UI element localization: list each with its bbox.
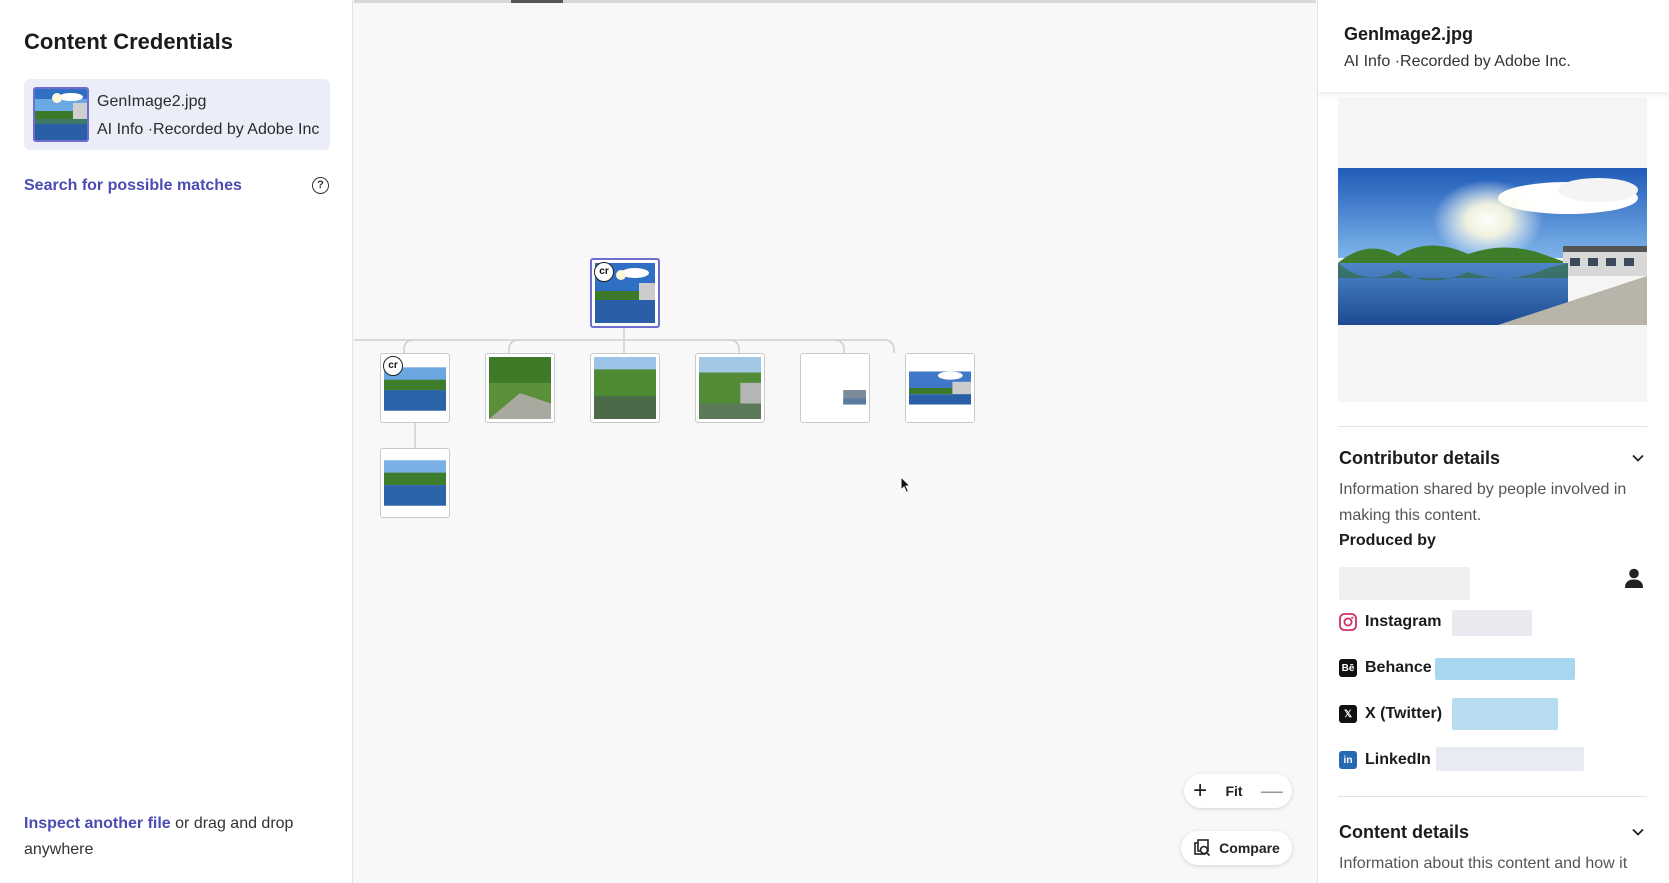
child-node-4-image <box>699 357 761 419</box>
child-node-1[interactable]: cr <box>380 353 450 423</box>
inspect-another-file-link[interactable]: Inspect another file <box>24 815 171 832</box>
social-behance: Bē Behance <box>1339 656 1432 680</box>
redacted-instagram-handle[interactable] <box>1452 610 1532 636</box>
search-matches-link[interactable]: Search for possible matches <box>24 177 242 195</box>
instagram-icon <box>1339 613 1357 631</box>
child-node-6[interactable] <box>905 353 975 423</box>
fit-button[interactable]: Fit <box>1225 783 1242 799</box>
current-file-card[interactable]: GenImage2.jpg AI Info ·Recorded by Adobe… <box>24 79 330 150</box>
provenance-canvas[interactable]: cr cr + Fit — Compare <box>354 0 1316 883</box>
social-linkedin: in LinkedIn <box>1339 748 1431 772</box>
contributor-section-title[interactable]: Contributor details <box>1339 448 1500 469</box>
chevron-down-icon[interactable] <box>1631 825 1645 839</box>
details-header: GenImage2.jpg AI Info ·Recorded by Adobe… <box>1318 0 1669 92</box>
social-instagram: Instagram <box>1339 610 1441 634</box>
compare-label: Compare <box>1219 840 1280 856</box>
instagram-label: Instagram <box>1365 613 1442 630</box>
behance-icon: Bē <box>1339 659 1357 677</box>
redacted-behance-handle[interactable] <box>1435 658 1575 680</box>
produced-by-label: Produced by <box>1339 532 1436 549</box>
content-section-title[interactable]: Content details <box>1339 822 1469 843</box>
child-node-2[interactable] <box>485 353 555 423</box>
linkedin-icon: in <box>1339 751 1357 769</box>
section-divider <box>1338 426 1647 427</box>
section-divider <box>1338 796 1647 797</box>
redacted-x-handle[interactable] <box>1452 698 1558 730</box>
person-icon <box>1625 568 1643 588</box>
app-title: Content Credentials <box>24 29 234 54</box>
child-node-5-image <box>804 357 866 419</box>
grandchild-node[interactable] <box>380 448 450 518</box>
mouse-cursor <box>900 476 912 494</box>
content-section-description: Information about this content and how i… <box>1339 855 1628 872</box>
social-x-twitter: 𝕏 X (Twitter) <box>1339 702 1442 726</box>
zoom-in-button[interactable]: + <box>1193 779 1207 803</box>
redacted-producer-name <box>1339 567 1470 600</box>
child-node-3-image <box>594 357 656 419</box>
zoom-controls: + Fit — <box>1184 774 1292 808</box>
x-twitter-label: X (Twitter) <box>1365 705 1443 722</box>
left-sidebar: Content Credentials GenImage2.jpg AI Inf… <box>0 0 353 883</box>
details-subtitle: AI Info ·Recorded by Adobe Inc. <box>1344 53 1571 70</box>
inspect-instructions: Inspect another file or drag and drop an… <box>24 811 324 863</box>
linkedin-label: LinkedIn <box>1365 751 1431 768</box>
child-node-3[interactable] <box>590 353 660 423</box>
contributor-section-description: Information shared by people involved in… <box>1339 481 1627 524</box>
child-node-2-image <box>489 357 551 419</box>
chevron-down-icon[interactable] <box>1631 451 1645 465</box>
details-panel: GenImage2.jpg AI Info ·Recorded by Adobe… <box>1317 0 1669 883</box>
zoom-out-button[interactable]: — <box>1261 780 1283 802</box>
x-twitter-icon: 𝕏 <box>1339 705 1357 723</box>
compare-icon <box>1194 839 1211 857</box>
help-icon[interactable]: ? <box>312 177 329 194</box>
file-name: GenImage2.jpg <box>97 93 207 110</box>
root-node[interactable]: cr <box>590 258 660 328</box>
file-subtitle: AI Info ·Recorded by Adobe Inc <box>97 121 320 138</box>
redacted-linkedin-handle[interactable] <box>1436 747 1584 771</box>
preview-image <box>1338 168 1647 325</box>
cr-badge: cr <box>383 356 403 376</box>
child-node-6-image <box>909 357 971 419</box>
grandchild-node-image <box>384 452 446 514</box>
child-node-5[interactable] <box>800 353 870 423</box>
preview-area <box>1338 98 1647 402</box>
tree-connectors <box>354 326 895 448</box>
child-node-4[interactable] <box>695 353 765 423</box>
compare-button[interactable]: Compare <box>1181 831 1292 865</box>
details-title: GenImage2.jpg <box>1344 24 1474 44</box>
behance-label: Behance <box>1365 659 1432 676</box>
file-thumbnail <box>33 87 89 142</box>
cr-badge: cr <box>594 262 614 282</box>
